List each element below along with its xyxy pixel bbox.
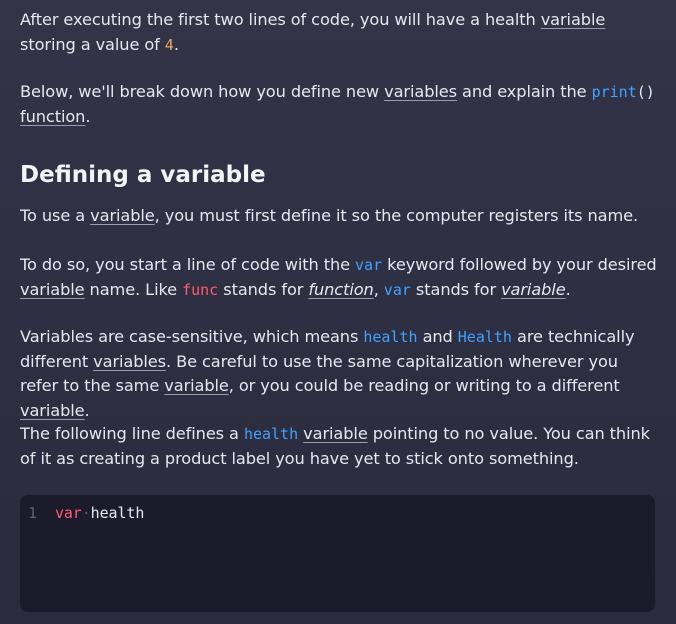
- glossary-link-variables[interactable]: variables: [93, 352, 166, 371]
- text: , you must first define it so the comput…: [154, 206, 639, 225]
- inline-code-var: var: [355, 256, 383, 274]
- line-number: 1: [28, 504, 37, 522]
- text: .: [565, 279, 571, 299]
- glossary-link-function[interactable]: function: [20, 107, 85, 126]
- text: .: [173, 34, 179, 54]
- text: .: [85, 106, 91, 126]
- lesson-page: After executing the first two lines of c…: [0, 0, 676, 624]
- inline-code-health: health: [363, 328, 418, 346]
- inline-code-health: health: [243, 425, 299, 443]
- inline-code-var: var: [383, 280, 411, 299]
- inline-code-Health: Health: [457, 328, 512, 346]
- inline-code-func: func: [182, 280, 219, 299]
- text: storing a value of: [20, 34, 165, 54]
- text: and: [417, 327, 458, 346]
- glossary-link-variable[interactable]: variable: [541, 10, 606, 29]
- text: stands for: [410, 279, 502, 299]
- glossary-link-variable[interactable]: variable: [90, 206, 155, 225]
- section-heading: Defining a variable: [20, 162, 266, 188]
- text: The following line defines a: [20, 424, 244, 443]
- paragraph-case-sensitive: Variables are case-sensitive, which mean…: [20, 325, 660, 423]
- whitespace-marker: ·: [81, 504, 91, 522]
- paragraph-var-keyword: To do so, you start a line of code with …: [20, 253, 660, 302]
- text: Variables are case-sensitive, which mean…: [20, 327, 364, 346]
- inline-code-print: print: [591, 83, 637, 101]
- paragraph-health-definition: The following line defines a health vari…: [20, 422, 660, 471]
- glossary-link-variable[interactable]: variable: [501, 280, 566, 299]
- glossary-link-variable[interactable]: variable: [20, 280, 85, 299]
- glossary-link-variables[interactable]: variables: [384, 82, 457, 101]
- glossary-link-variable[interactable]: variable: [303, 424, 368, 443]
- text: .: [84, 400, 90, 420]
- text: To do so, you start a line of code with …: [20, 255, 356, 274]
- text: and explain the: [456, 82, 592, 101]
- paragraph-intro: Below, we'll break down how you define n…: [20, 80, 660, 129]
- glossary-link-function[interactable]: function: [308, 280, 373, 299]
- inline-number: 4: [164, 35, 174, 54]
- code-editor[interactable]: 1 var·health: [20, 495, 655, 612]
- code-line: 1 var·health: [28, 502, 144, 524]
- text: ,: [373, 279, 384, 299]
- inline-code-parens: (): [636, 83, 655, 101]
- glossary-link-variable[interactable]: variable: [164, 376, 229, 395]
- text: Below, we'll break down how you define n…: [20, 82, 385, 101]
- text: name. Like: [84, 279, 183, 299]
- code-keyword-var: var: [54, 504, 82, 522]
- text: To use a: [20, 206, 91, 225]
- text: stands for: [218, 279, 309, 299]
- code-identifier-health: health: [90, 504, 145, 522]
- text: keyword followed by your desired: [382, 255, 657, 274]
- paragraph-define: To use a variable, you must first define…: [20, 204, 660, 229]
- glossary-link-variable[interactable]: variable: [20, 401, 85, 420]
- text: After executing the first two lines of c…: [20, 10, 541, 29]
- text: , or you could be reading or writing to …: [228, 376, 620, 395]
- paragraph-health-value: After executing the first two lines of c…: [20, 8, 660, 57]
